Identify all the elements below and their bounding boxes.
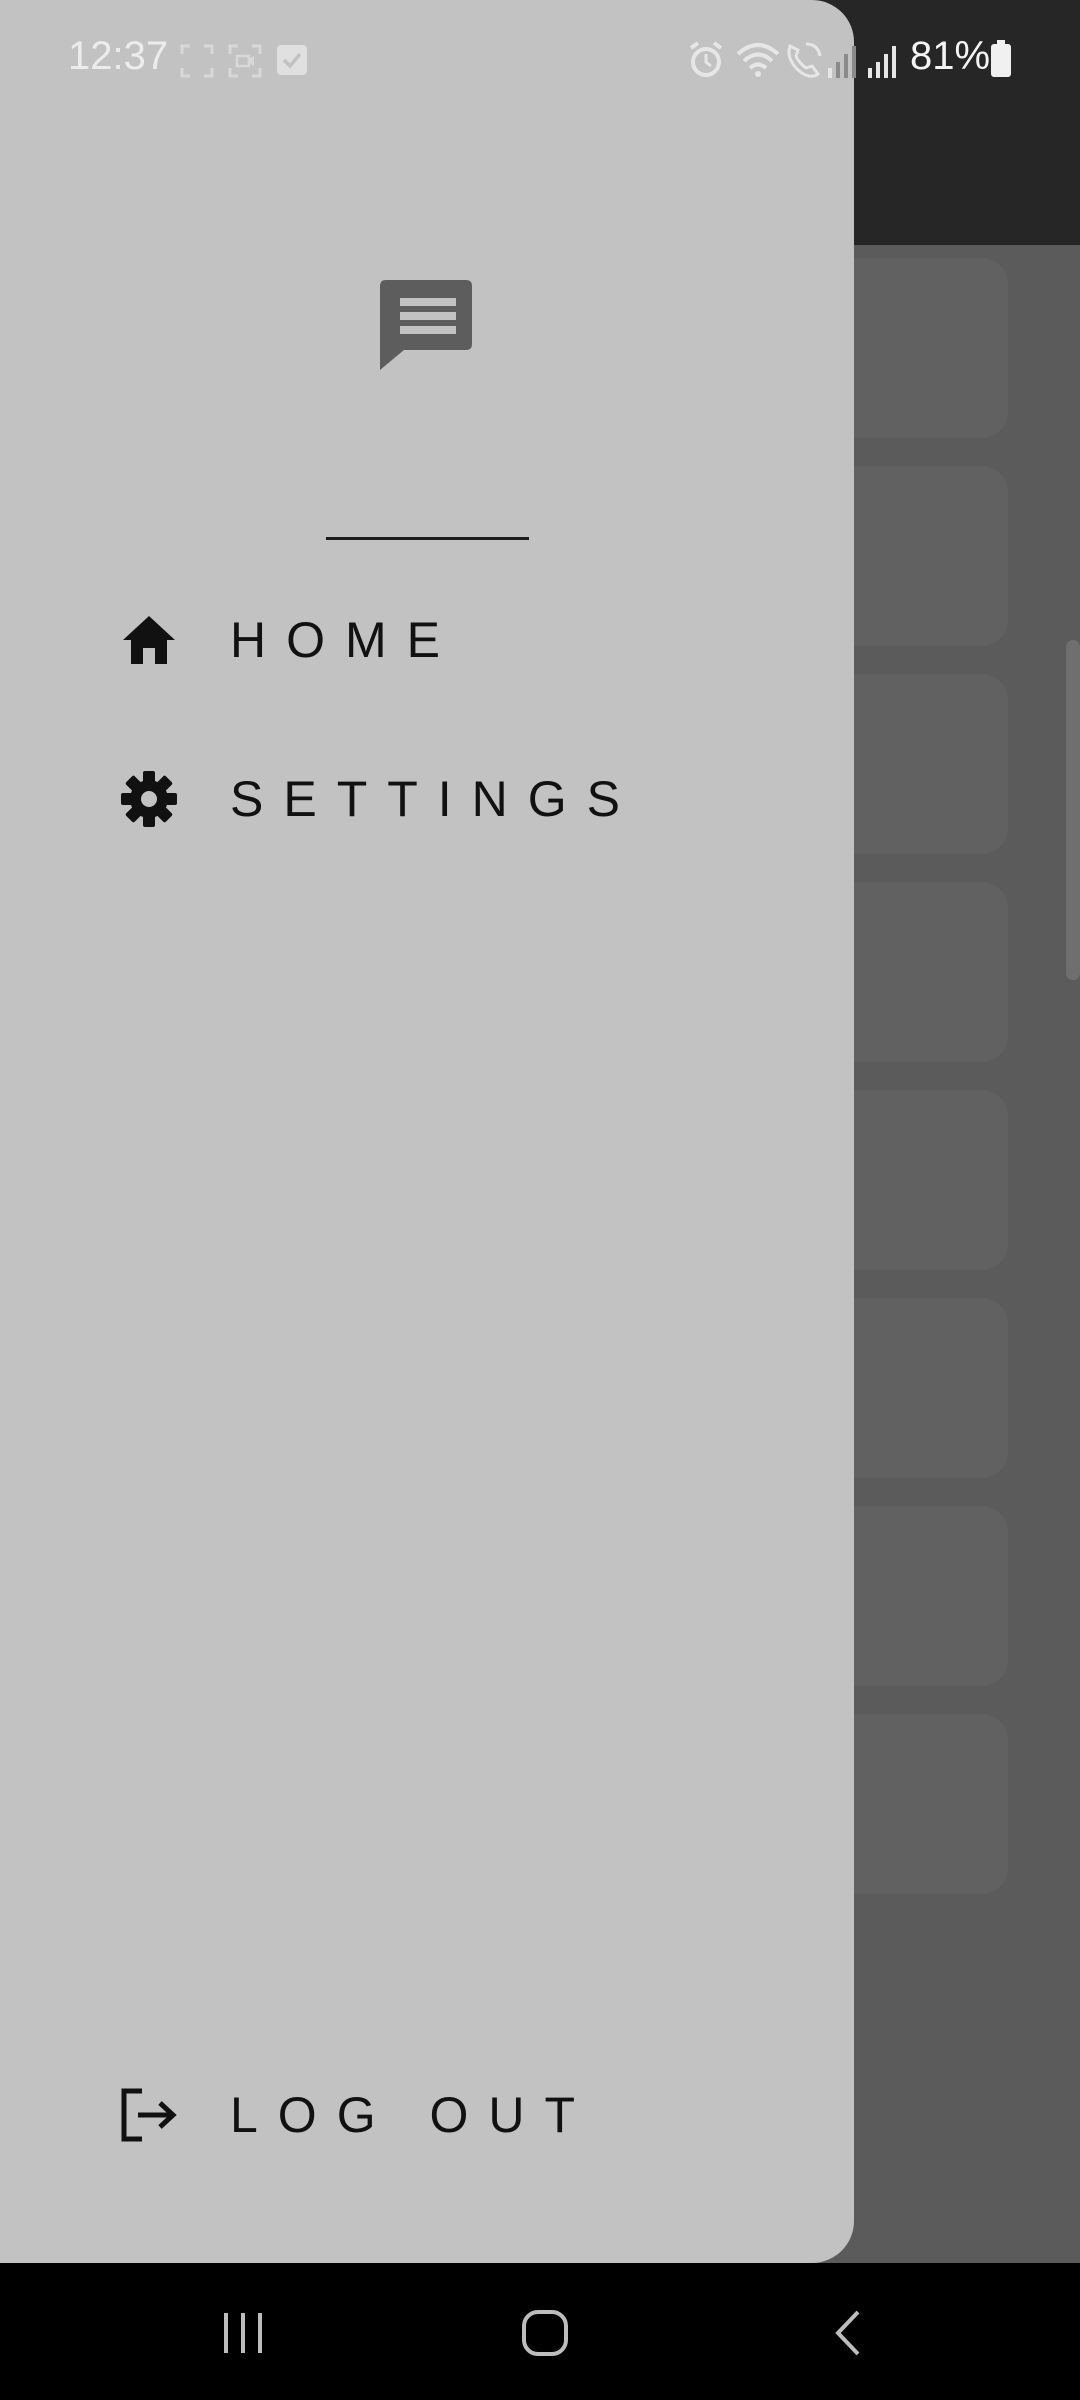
drawer-item-settings[interactable]: SETTINGS <box>118 759 640 839</box>
screen-record-icon <box>228 44 262 83</box>
divider <box>326 537 529 540</box>
drawer-item-home[interactable]: HOME <box>118 600 460 680</box>
signal-weak-icon <box>826 40 856 85</box>
battery-percent: 81% <box>910 34 991 78</box>
drawer-item-label: HOME <box>230 612 460 668</box>
system-nav-bar <box>0 2263 1080 2400</box>
status-time: 12:37 <box>68 34 169 78</box>
signal-icon <box>866 40 898 85</box>
home-icon <box>118 609 180 671</box>
logout-icon <box>118 2084 180 2146</box>
wifi-call-icon <box>784 40 824 85</box>
drawer-item-label: SETTINGS <box>230 771 641 827</box>
back-icon[interactable] <box>808 2303 888 2363</box>
logout-label: LOG OUT <box>230 2087 596 2143</box>
chat-message-icon <box>378 274 478 374</box>
status-bar: 12:37 81% <box>0 0 1080 120</box>
home-circle-icon[interactable] <box>505 2303 585 2363</box>
recent-apps-icon[interactable] <box>203 2303 283 2363</box>
screenshot-icon <box>180 44 214 83</box>
check-box-icon <box>276 44 308 81</box>
alarm-icon <box>688 40 724 85</box>
battery-icon <box>990 40 1012 83</box>
wifi-icon <box>736 40 780 85</box>
logout-button[interactable]: LOG OUT <box>118 2075 595 2155</box>
navigation-drawer: HOME SETTINGS LOG OUT <box>0 0 854 2263</box>
gear-icon <box>118 768 180 830</box>
background-scrollbar <box>1066 640 1080 980</box>
